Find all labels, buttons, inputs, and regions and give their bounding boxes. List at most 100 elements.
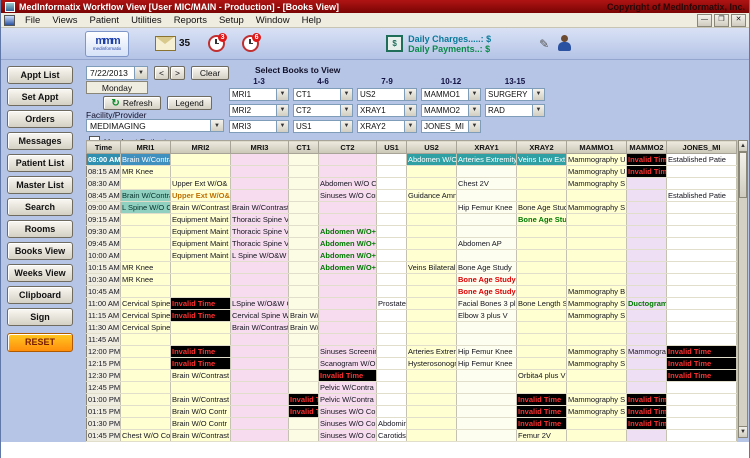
empty-slot[interactable] [626, 285, 667, 298]
empty-slot[interactable] [406, 225, 457, 238]
empty-slot[interactable] [170, 321, 231, 334]
appointment-cell[interactable]: Hip Femur Knee [456, 345, 517, 358]
menu-item-help[interactable]: Help [296, 15, 328, 26]
empty-slot[interactable] [230, 177, 289, 190]
time-cell[interactable]: 11:00 AM [86, 297, 121, 310]
empty-slot[interactable] [120, 381, 171, 394]
appointment-cell[interactable]: Thoracic Spine V [230, 225, 289, 238]
empty-slot[interactable] [516, 225, 567, 238]
sidebar-button-messages[interactable]: Messages [7, 132, 73, 150]
empty-slot[interactable] [516, 237, 567, 250]
app-icon[interactable] [4, 14, 15, 26]
empty-slot[interactable] [376, 177, 407, 190]
book-select-xray2[interactable]: XRAY2 ▼ [357, 120, 417, 133]
empty-slot[interactable] [406, 321, 457, 334]
appointment-cell[interactable]: Sinuses W/O Co [318, 405, 377, 418]
time-cell[interactable]: 01:15 PM [86, 405, 121, 418]
empty-slot[interactable] [566, 225, 627, 238]
appointment-cell[interactable]: Bone Age Study [456, 285, 517, 298]
appointment-cell[interactable]: Thoracic Spine V [230, 213, 289, 226]
empty-slot[interactable] [666, 177, 737, 190]
empty-slot[interactable] [626, 357, 667, 370]
empty-slot[interactable] [666, 213, 737, 226]
empty-slot[interactable] [230, 333, 289, 346]
empty-slot[interactable] [406, 273, 457, 286]
appointment-cell[interactable]: Mammography B [566, 285, 627, 298]
appointment-cell[interactable]: Cervical Spine W [230, 309, 289, 322]
book-select-xray1[interactable]: XRAY1 ▼ [357, 104, 417, 117]
appointment-cell[interactable]: Abdomen W/O+ [318, 237, 377, 250]
appointment-cell[interactable]: Invalid Time [516, 417, 567, 430]
empty-slot[interactable] [456, 429, 517, 442]
sidebar-button-sign[interactable]: Sign [7, 308, 73, 326]
minimize-icon[interactable]: — [697, 13, 712, 27]
chevron-down-icon[interactable]: ▼ [404, 89, 416, 100]
empty-slot[interactable] [170, 273, 231, 286]
appointment-cell[interactable]: Brain W/Contrast [230, 201, 289, 214]
empty-slot[interactable] [566, 369, 627, 382]
appointment-cell[interactable]: L Spine W/O&W [230, 249, 289, 262]
appointment-cell[interactable]: Sinuses Screenin [318, 345, 377, 358]
empty-slot[interactable] [120, 417, 171, 430]
appointment-cell[interactable]: Mammography S [566, 177, 627, 190]
empty-slot[interactable] [230, 261, 289, 274]
scrollbar-thumb[interactable] [739, 152, 747, 198]
patient-icon[interactable] [557, 35, 572, 52]
appointment-cell[interactable]: Pelvic W/Contra [318, 393, 377, 406]
empty-slot[interactable] [666, 165, 737, 178]
empty-slot[interactable] [406, 237, 457, 250]
sidebar-button-weeks-view[interactable]: Weeks View [7, 264, 73, 282]
empty-slot[interactable] [288, 381, 319, 394]
appointment-cell[interactable]: Mammography S [566, 405, 627, 418]
empty-slot[interactable] [288, 237, 319, 250]
empty-slot[interactable] [666, 405, 737, 418]
empty-slot[interactable] [666, 381, 737, 394]
chevron-down-icon[interactable]: ▼ [532, 105, 544, 116]
sidebar-button-rooms[interactable]: Rooms [7, 220, 73, 238]
appointment-cell[interactable]: Established Patie [666, 153, 737, 166]
empty-slot[interactable] [288, 429, 319, 442]
empty-slot[interactable] [288, 153, 319, 166]
empty-slot[interactable] [406, 249, 457, 262]
empty-slot[interactable] [288, 177, 319, 190]
time-cell[interactable]: 08:30 AM [86, 177, 121, 190]
empty-slot[interactable] [170, 165, 231, 178]
prev-day-button[interactable]: < [154, 66, 169, 80]
empty-slot[interactable] [566, 249, 627, 262]
time-cell[interactable]: 09:00 AM [86, 201, 121, 214]
empty-slot[interactable] [666, 417, 737, 430]
empty-slot[interactable] [516, 321, 567, 334]
time-cell[interactable]: 09:45 AM [86, 237, 121, 250]
empty-slot[interactable] [516, 345, 567, 358]
empty-slot[interactable] [230, 357, 289, 370]
empty-slot[interactable] [120, 237, 171, 250]
empty-slot[interactable] [666, 225, 737, 238]
refresh-button[interactable]: ↻ Refresh [103, 96, 161, 110]
scroll-up-icon[interactable]: ▲ [739, 141, 747, 152]
empty-slot[interactable] [376, 153, 407, 166]
book-select-surgery[interactable]: SURGERY ▼ [485, 88, 545, 101]
clear-button[interactable]: Clear [191, 66, 229, 80]
empty-slot[interactable] [566, 333, 627, 346]
appointment-cell[interactable]: Bone Age Study [456, 261, 517, 274]
empty-slot[interactable] [666, 429, 737, 442]
appointment-cell[interactable]: Invalid Time [318, 369, 377, 382]
empty-slot[interactable] [376, 273, 407, 286]
appointment-cell[interactable]: Mammography S [566, 357, 627, 370]
empty-slot[interactable] [230, 381, 289, 394]
empty-slot[interactable] [376, 237, 407, 250]
empty-slot[interactable] [230, 273, 289, 286]
pencil-icon[interactable]: ✎ [539, 37, 549, 51]
empty-slot[interactable] [666, 309, 737, 322]
time-cell[interactable]: 10:45 AM [86, 285, 121, 298]
sidebar-button-orders[interactable]: Orders [7, 110, 73, 128]
appointment-cell[interactable]: Mammography U [566, 153, 627, 166]
empty-slot[interactable] [566, 429, 627, 442]
calendar-dropdown-icon[interactable]: ▼ [134, 67, 147, 79]
empty-slot[interactable] [516, 357, 567, 370]
appointment-cell[interactable]: Femur 2V [516, 429, 567, 442]
empty-slot[interactable] [456, 417, 517, 430]
appointment-cell[interactable]: Invalid Time [288, 393, 319, 406]
empty-slot[interactable] [626, 201, 667, 214]
empty-slot[interactable] [626, 333, 667, 346]
